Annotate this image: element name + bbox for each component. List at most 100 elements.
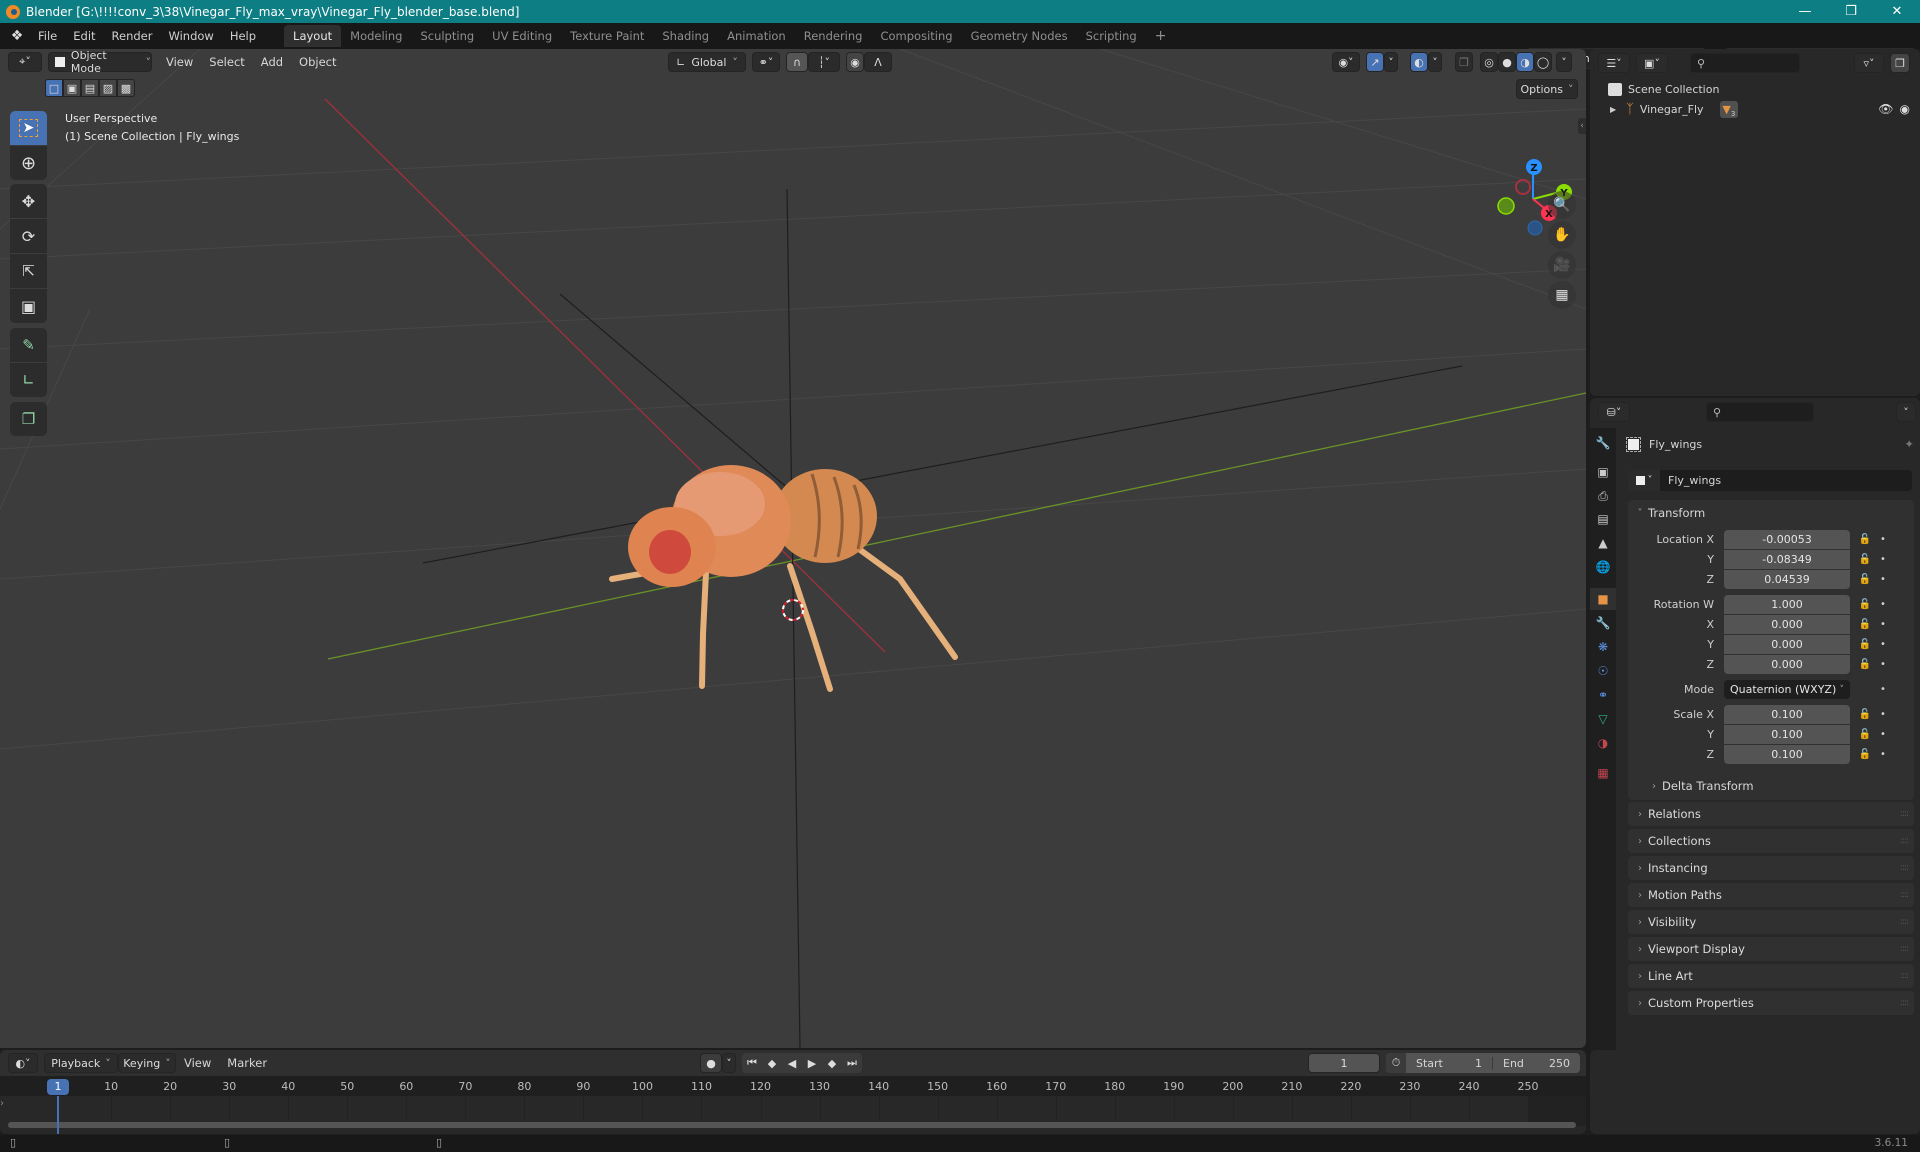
snap-toggle[interactable]: ∩ bbox=[786, 52, 808, 72]
keyframe-dot[interactable]: • bbox=[1876, 729, 1890, 740]
keyframe-dot[interactable]: • bbox=[1876, 749, 1890, 760]
drag-grip-icon[interactable]: :::: bbox=[1900, 944, 1909, 954]
render-camera-icon[interactable]: ◉ bbox=[1900, 102, 1910, 116]
rotation-y-field[interactable]: 0.000 bbox=[1724, 635, 1850, 654]
menu-help[interactable]: Help bbox=[222, 25, 264, 47]
select-new-button[interactable]: □ bbox=[45, 79, 63, 97]
keyframe-dot[interactable]: • bbox=[1876, 639, 1890, 650]
tab-output[interactable]: ⎙ bbox=[1593, 485, 1613, 507]
editor-type-button[interactable]: ⌖˅ bbox=[8, 52, 42, 72]
3d-viewport[interactable]: Z Y X ⌖˅ Object Mode ˅ View Select Add O… bbox=[0, 49, 1586, 1048]
workspace-tab-geometry-nodes[interactable]: Geometry Nodes bbox=[962, 25, 1077, 47]
panel-relations[interactable]: › Relations:::: bbox=[1628, 802, 1914, 826]
lock-icon[interactable]: 🔓 bbox=[1854, 749, 1876, 760]
keyframe-dot[interactable]: • bbox=[1876, 599, 1890, 610]
select-invert-button[interactable]: ▨ bbox=[99, 79, 117, 97]
panel-instancing[interactable]: › Instancing:::: bbox=[1628, 856, 1914, 880]
snap-target-button[interactable]: ┆˅ bbox=[808, 52, 840, 72]
object-name-value[interactable]: Fly_wings bbox=[1660, 474, 1721, 487]
workspace-tab-scripting[interactable]: Scripting bbox=[1077, 25, 1146, 47]
menu-render[interactable]: Render bbox=[104, 25, 161, 47]
workspace-tab-sculpting[interactable]: Sculpting bbox=[411, 25, 483, 47]
tab-object-data[interactable]: ▽ bbox=[1593, 708, 1613, 730]
delta-transform-subpanel[interactable]: › Delta Transform bbox=[1646, 776, 1754, 796]
lock-icon[interactable]: 🔓 bbox=[1854, 574, 1876, 585]
auto-keying-toggle[interactable]: ● bbox=[700, 1053, 722, 1073]
outliner-scene-collection[interactable]: Scene Collection bbox=[1608, 79, 1719, 99]
tab-world[interactable]: 🌐 bbox=[1593, 556, 1613, 578]
shading-rendered-button[interactable]: ◯ bbox=[1534, 52, 1552, 72]
pan-view-button[interactable]: ✋ bbox=[1548, 221, 1576, 249]
workspace-tab-modeling[interactable]: Modeling bbox=[341, 25, 411, 47]
rotation-z-field[interactable]: 0.000 bbox=[1724, 655, 1850, 674]
proportional-edit-toggle[interactable]: ◉ bbox=[846, 52, 864, 72]
drag-grip-icon[interactable]: :::: bbox=[1900, 890, 1909, 900]
play-button[interactable]: ▶ bbox=[802, 1053, 822, 1073]
workspace-tab-texture-paint[interactable]: Texture Paint bbox=[561, 25, 653, 47]
minimize-button[interactable]: — bbox=[1782, 0, 1828, 23]
tool-add-cube[interactable]: ❐ bbox=[10, 402, 47, 436]
tab-particles[interactable]: ❋ bbox=[1593, 636, 1613, 658]
outliner-editor-type-button[interactable]: ☰˅ bbox=[1598, 53, 1630, 73]
object-name-field[interactable]: ˅ Fly_wings bbox=[1628, 470, 1912, 491]
drag-grip-icon[interactable]: :::: bbox=[1900, 971, 1909, 981]
tab-constraints[interactable]: ⚭ bbox=[1593, 684, 1613, 706]
lock-icon[interactable]: 🔓 bbox=[1854, 729, 1876, 740]
auto-keying-dropdown[interactable]: ˅ bbox=[722, 1053, 736, 1073]
select-intersect-button[interactable]: ▩ bbox=[117, 79, 135, 97]
transform-panel-header[interactable]: ˅ Transform bbox=[1632, 502, 1706, 524]
keyframe-dot[interactable]: • bbox=[1876, 534, 1890, 545]
pin-icon[interactable]: ✦ bbox=[1904, 437, 1914, 451]
keyframe-dot[interactable]: • bbox=[1876, 619, 1890, 630]
display-mode-button[interactable]: ▣˅ bbox=[1636, 53, 1668, 73]
scale-y-field[interactable]: 0.100 bbox=[1724, 725, 1850, 744]
keyframe-dot[interactable]: • bbox=[1876, 684, 1890, 695]
outliner-search-input[interactable]: ⚲ bbox=[1690, 53, 1800, 73]
tool-move[interactable]: ✥ bbox=[10, 184, 47, 218]
panel-collections[interactable]: › Collections:::: bbox=[1628, 829, 1914, 853]
zoom-view-button[interactable]: 🔍 bbox=[1548, 191, 1576, 219]
new-collection-button[interactable]: ❐ bbox=[1890, 53, 1910, 73]
viewport-menu-view[interactable]: View bbox=[158, 55, 201, 69]
viewport-menu-object[interactable]: Object bbox=[291, 55, 344, 69]
visibility-selector[interactable]: ◉˅ bbox=[1332, 52, 1360, 72]
tool-annotate[interactable]: ✎ bbox=[10, 328, 47, 362]
workspace-tab-shading[interactable]: Shading bbox=[653, 25, 718, 47]
keying-menu[interactable]: Keying ˅ bbox=[118, 1053, 176, 1073]
options-button[interactable]: Options ˅ bbox=[1516, 79, 1578, 99]
viewport-menu-select[interactable]: Select bbox=[201, 55, 252, 69]
panel-motion-paths[interactable]: › Motion Paths:::: bbox=[1628, 883, 1914, 907]
shading-dropdown[interactable]: ˅ bbox=[1556, 52, 1572, 72]
drag-grip-icon[interactable]: :::: bbox=[1900, 809, 1909, 819]
camera-view-button[interactable]: 🎥 bbox=[1548, 251, 1576, 279]
next-keyframe-button[interactable]: ◆ bbox=[822, 1053, 842, 1073]
object-datablock-browse[interactable]: ˅ bbox=[1628, 470, 1660, 491]
rotation-mode-dropdown[interactable]: Quaternion (WXYZ) ˅ bbox=[1724, 680, 1850, 699]
overlays-dropdown[interactable]: ˅ bbox=[1428, 52, 1442, 72]
tab-scene[interactable]: ▲ bbox=[1593, 532, 1613, 554]
close-button[interactable]: ✕ bbox=[1874, 0, 1920, 23]
tool-transform[interactable]: ▣ bbox=[10, 289, 47, 323]
menu-edit[interactable]: Edit bbox=[65, 25, 103, 47]
workspace-tab-layout[interactable]: Layout bbox=[284, 25, 342, 47]
tab-texture[interactable]: ▦ bbox=[1593, 762, 1613, 784]
children-mesh-badge[interactable]: ▼3 bbox=[1719, 100, 1738, 118]
rotation-x-field[interactable]: 0.000 bbox=[1724, 615, 1850, 634]
overlays-toggle[interactable]: ◐ bbox=[1410, 52, 1428, 72]
channel-expand-arrow[interactable]: › bbox=[0, 1098, 4, 1109]
properties-options-dropdown[interactable]: ˅ bbox=[1896, 402, 1916, 422]
keyframe-dot[interactable]: • bbox=[1876, 574, 1890, 585]
keyframe-dot[interactable]: • bbox=[1876, 659, 1890, 670]
keyframe-dot[interactable]: • bbox=[1876, 554, 1890, 565]
lock-icon[interactable]: 🔓 bbox=[1854, 709, 1876, 720]
pivot-point-button[interactable]: ⚭˅ bbox=[752, 52, 780, 72]
workspace-tab-rendering[interactable]: Rendering bbox=[795, 25, 872, 47]
scale-x-field[interactable]: 0.100 bbox=[1724, 705, 1850, 724]
add-workspace-button[interactable]: + bbox=[1146, 25, 1176, 47]
transform-orientation-selector[interactable]: ∟ Global ˅ bbox=[668, 52, 746, 72]
expand-arrow-icon[interactable]: ▶ bbox=[1610, 105, 1624, 114]
panel-visibility[interactable]: › Visibility:::: bbox=[1628, 910, 1914, 934]
toggle-ortho-button[interactable]: ▦ bbox=[1548, 281, 1576, 309]
keyframe-dot[interactable]: • bbox=[1876, 709, 1890, 720]
tab-render[interactable]: ▣ bbox=[1593, 461, 1613, 483]
